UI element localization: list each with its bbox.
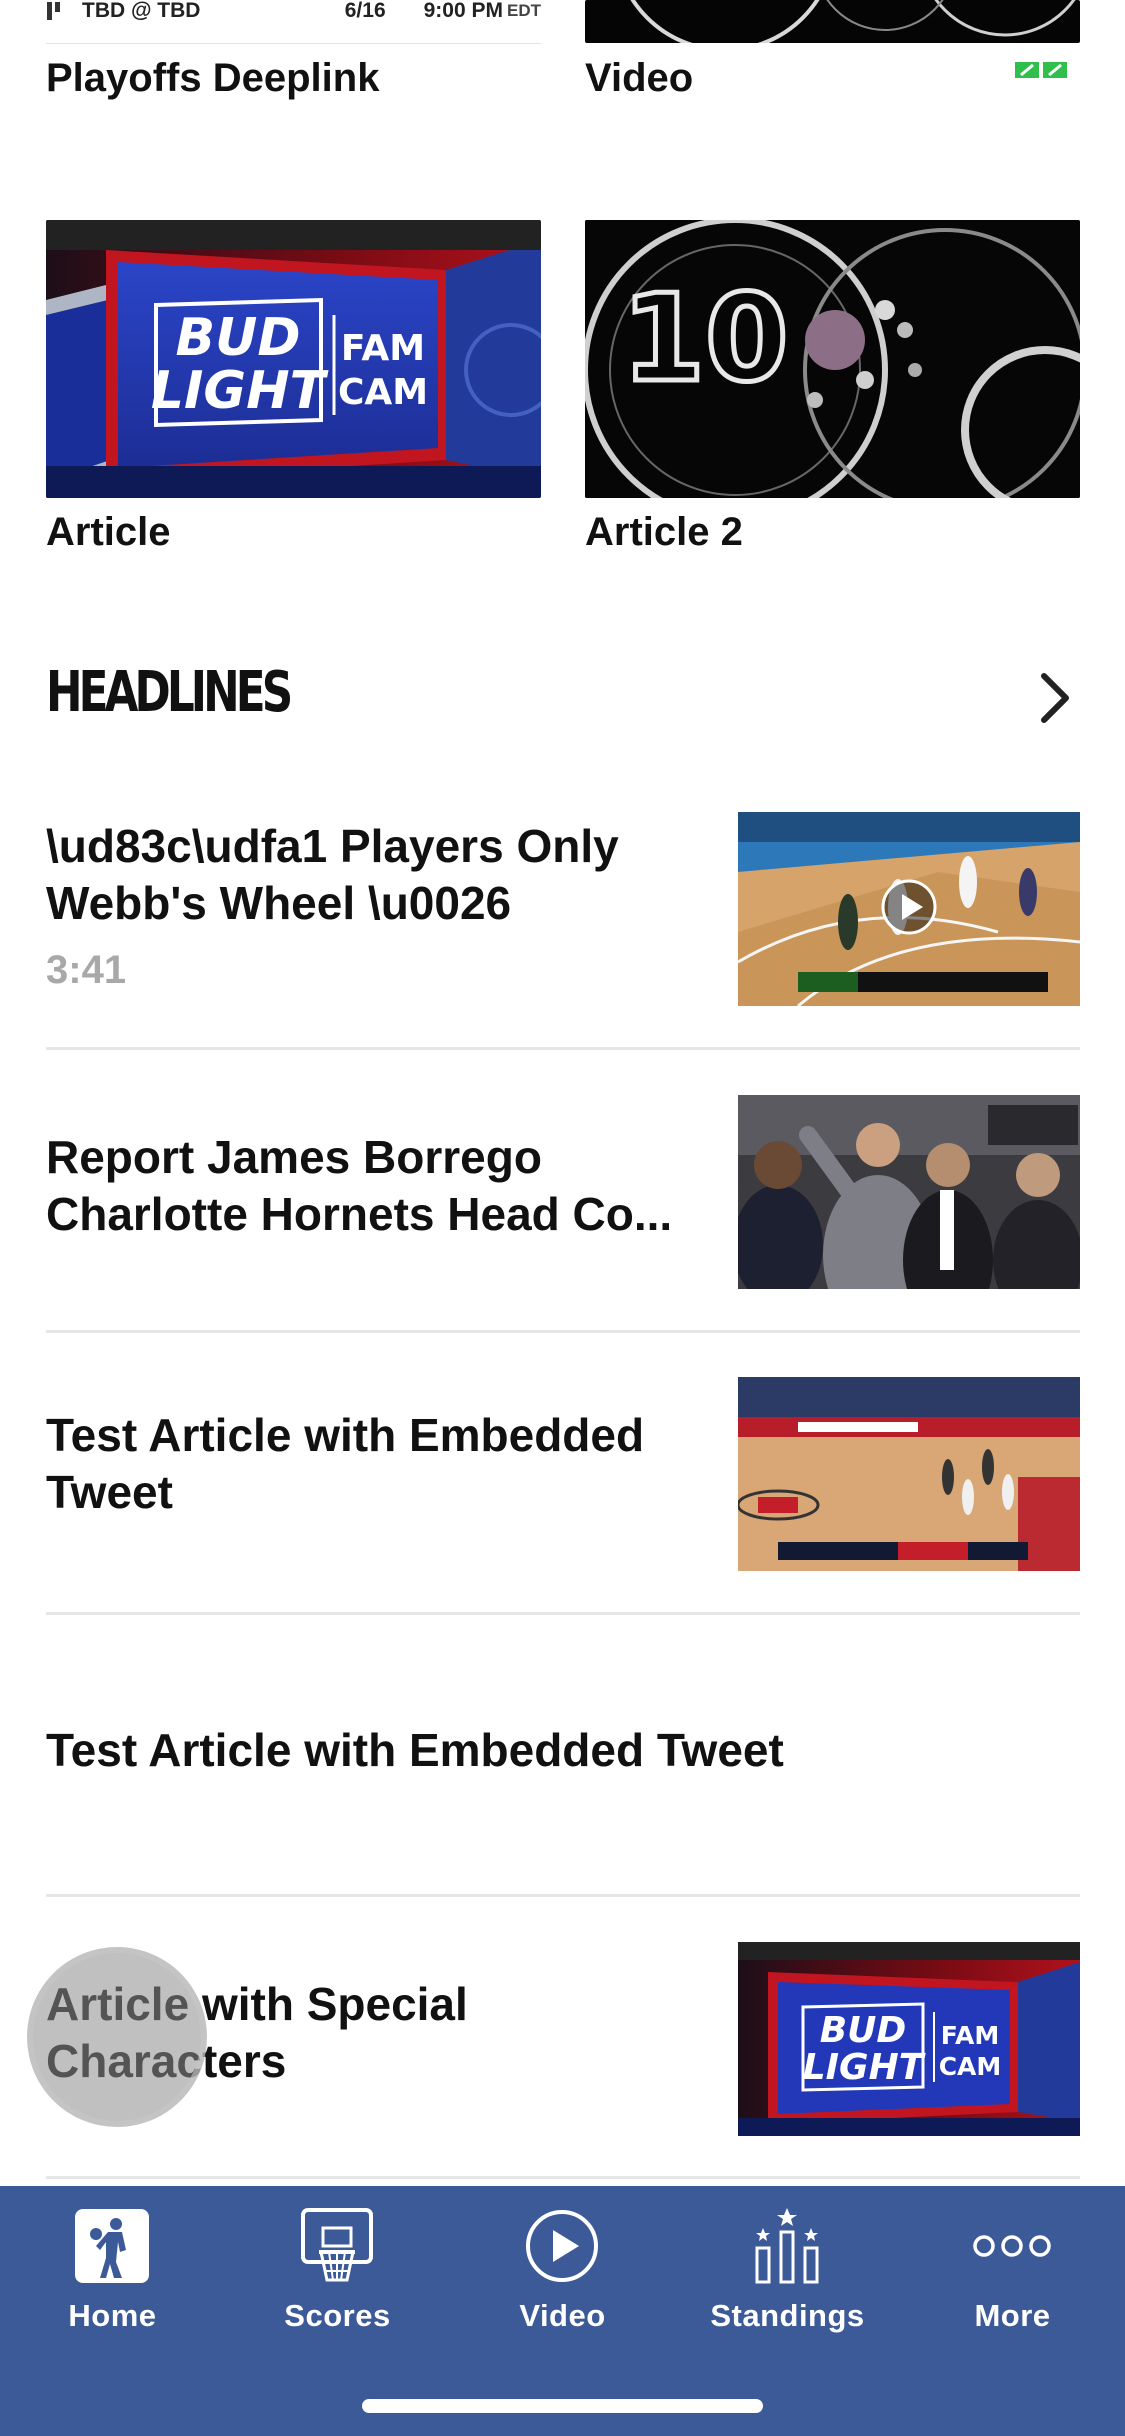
card-thumbnail: 10 — [585, 220, 1080, 498]
headline-title: Report James Borrego Charlotte Hornets H… — [46, 1131, 673, 1240]
tab-label: Home — [68, 2298, 157, 2333]
divider — [46, 1330, 1080, 1333]
scoreline-date: 6/16 — [344, 0, 386, 22]
headline-title: Test Article with Embedded Tweet — [46, 1724, 784, 1776]
headline-title: Test Article with Embedded Tweet — [46, 1409, 645, 1518]
more-dots-icon — [973, 2235, 1051, 2257]
thumb-logo-top: BUD — [175, 308, 300, 368]
card-title: Article 2 — [585, 510, 743, 554]
home-indicator[interactable] — [362, 2399, 763, 2413]
headline-item[interactable]: Test Article with Embedded Tweet — [46, 1377, 1080, 1617]
headline-item[interactable]: Report James Borrego Charlotte Hornets H… — [46, 1095, 1080, 1335]
team-logo-icon — [47, 2, 60, 20]
card-title: Article — [46, 510, 171, 554]
tab-more[interactable]: More — [900, 2206, 1125, 2336]
tab-label: Video — [519, 2298, 606, 2333]
headline-thumbnail — [738, 1095, 1080, 1289]
standings-bars-icon — [755, 2208, 819, 2284]
tab-label: Scores — [284, 2298, 391, 2333]
thumb-side-top: FAM — [341, 328, 425, 369]
scoreline-time: 9:00 PM — [423, 0, 503, 22]
tab-label: More — [974, 2298, 1051, 2333]
section-title-headlines: HEADLINES — [46, 660, 293, 725]
scoreline-timezone: EDT — [507, 1, 541, 20]
headline-thumbnail: BUD LIGHT FAM CAM — [738, 1942, 1080, 2136]
live-badge-icon — [1015, 62, 1067, 78]
headline-item[interactable]: Test Article with Embedded Tweet — [46, 1660, 1080, 1900]
card-title: Playoffs Deeplink — [46, 56, 380, 100]
tab-standings[interactable]: Standings — [675, 2206, 900, 2336]
headline-item[interactable]: \ud83c\udfa1 Players Only Webb's Wheel \… — [46, 812, 1080, 1052]
thumb-logo-bottom: LIGHT — [803, 2047, 926, 2088]
divider — [46, 1047, 1080, 1050]
basketball-hoop-icon — [301, 2208, 373, 2282]
thumb-side-bottom: CAM — [338, 372, 428, 413]
headline-title: \ud83c\udfa1 Players Only Webb's Wheel \… — [46, 820, 619, 929]
tab-home[interactable]: Home — [0, 2206, 225, 2336]
tab-scores[interactable]: Scores — [225, 2206, 450, 2336]
chevron-right-icon[interactable] — [1036, 668, 1076, 728]
headline-thumbnail — [738, 1377, 1080, 1571]
touch-indicator — [27, 1947, 207, 2127]
tab-label: Standings — [710, 2298, 865, 2333]
thumb-logo-top: BUD — [820, 2010, 907, 2051]
play-circle-icon — [526, 2210, 598, 2282]
thumb-side-top: FAM — [941, 2021, 999, 2050]
thumb-number: 10 — [622, 270, 789, 409]
thumb-logo-bottom: LIGHT — [151, 361, 329, 421]
nba-logo-icon — [75, 2209, 149, 2283]
app-screen: TBD @ TBD 6/16 9:00 PM EDT Playoffs Deep… — [0, 0, 1125, 2436]
headline-thumbnail — [738, 812, 1080, 1006]
thumb-side-bottom: CAM — [939, 2052, 1002, 2081]
card-thumbnail — [585, 0, 1080, 43]
tab-video[interactable]: Video — [450, 2206, 675, 2336]
divider — [46, 2176, 1080, 2179]
divider — [46, 43, 541, 44]
card-title: Video — [585, 56, 694, 100]
divider — [46, 1612, 1080, 1615]
card-thumbnail: BUD LIGHT FAM CAM — [46, 220, 541, 498]
scoreline-teams: TBD @ TBD — [82, 0, 201, 22]
game-scoreline: TBD @ TBD 6/16 9:00 PM EDT — [46, 0, 541, 22]
headline-duration: 3:41 — [46, 948, 127, 992]
divider — [46, 1894, 1080, 1897]
